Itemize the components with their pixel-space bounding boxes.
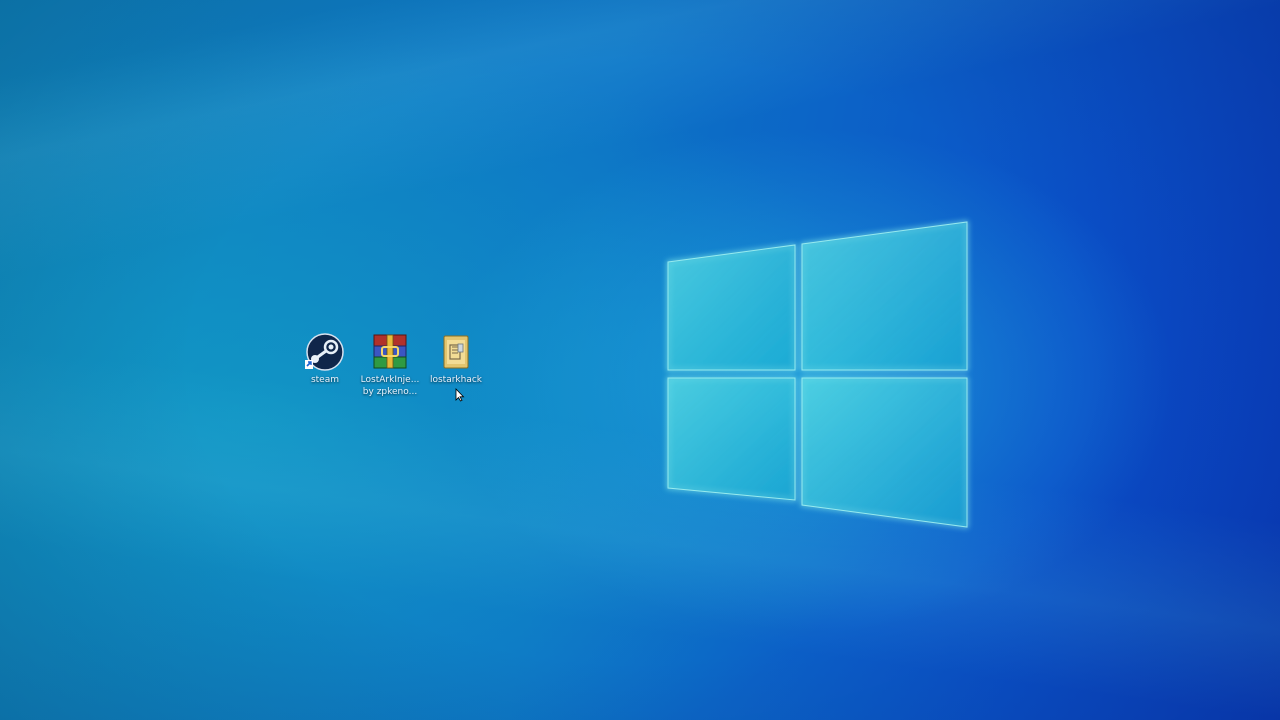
mouse-cursor-icon [455,388,465,402]
folder-icon [436,332,476,372]
steam-icon [305,332,345,372]
desktop-icon-steam[interactable]: steam [290,332,360,386]
desktop-icon-label: steam [310,375,340,385]
desktop-icon-folder[interactable]: lostarkhack [421,332,491,386]
desktop-icon-winrar-archive[interactable]: LostArkInje... by zpkeno... [355,332,425,398]
winrar-archive-icon [370,332,410,372]
desktop-icon-label: lostarkhack [429,375,483,385]
desktop-icon-label: LostArkInje... by zpkeno... [360,375,420,397]
windows-logo-wallpaper [667,220,968,529]
desktop[interactable]: steam LostArkInje... by zpkeno... lostar… [0,0,1280,720]
